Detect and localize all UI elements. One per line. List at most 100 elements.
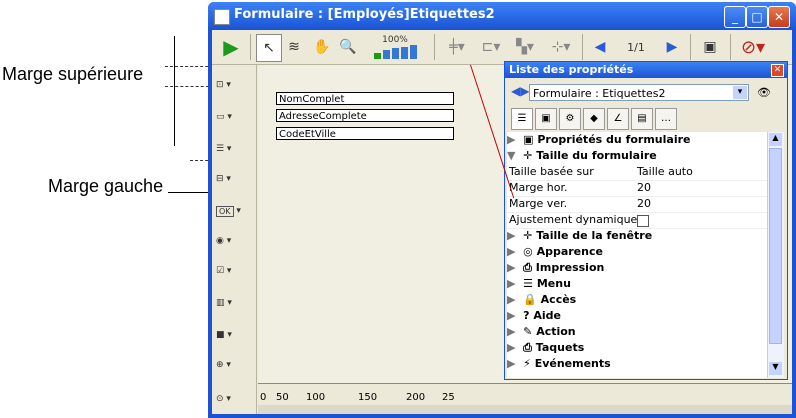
align-icon[interactable]: ╪▾ <box>442 34 472 60</box>
ruler-tick-label: 200 <box>406 392 426 403</box>
window-titlebar[interactable]: Formulaire : [Employés]Etiquettes2 _ □ ✕ <box>208 2 796 30</box>
page-indicator: 1/1 <box>627 40 645 54</box>
more-icon[interactable]: … <box>655 108 677 130</box>
property-row[interactable]: Taille basée sur Taille auto <box>507 164 767 181</box>
window-title: Formulaire : [Employés]Etiquettes2 <box>234 7 495 22</box>
distribute-icon[interactable]: ⊏▾ <box>476 34 506 60</box>
ruler-tick-label: 150 <box>358 392 378 403</box>
run-icon[interactable]: ▶ <box>218 34 244 60</box>
properties-title: Liste des propriétés <box>509 63 634 76</box>
properties-panel: Liste des propriétés ✕ ◀▶ Formulaire : E… <box>504 61 788 380</box>
reorder-icon[interactable]: ≋ <box>282 34 306 60</box>
nav-arrows-icon[interactable]: ◀▶ <box>511 84 529 98</box>
scrollbar-thumb[interactable] <box>769 148 782 344</box>
zoom-bars <box>373 44 417 59</box>
property-label: Ajustement dynamique <box>509 213 638 226</box>
arrow-cursor-icon[interactable]: ↖ <box>256 34 282 62</box>
minimize-icon[interactable]: _ <box>724 6 746 28</box>
combo-tool[interactable]: ⊟ ▾ <box>216 169 252 189</box>
section-apparence[interactable]: ▶ ◎ Apparence <box>507 244 767 260</box>
list-view-icon[interactable]: ☰ <box>511 108 533 130</box>
section-label: Taille du formulaire <box>536 149 657 162</box>
section-label: Aide <box>533 309 561 322</box>
plugin-tool[interactable]: ⊙ ▾ <box>216 389 252 409</box>
section-acces[interactable]: ▶ 🔒 Accès <box>507 292 767 308</box>
field-tool[interactable]: ⊡ ▾ <box>216 75 252 95</box>
scroll-up-icon[interactable]: ▲ <box>769 133 782 146</box>
group-icon[interactable]: ⊹▾ <box>544 34 578 60</box>
view-icon[interactable]: ▣ <box>696 34 724 60</box>
object-icon[interactable]: ▣ <box>535 108 557 130</box>
prev-page-icon[interactable]: ◀ <box>590 34 610 60</box>
close-icon[interactable]: ✕ <box>771 64 784 77</box>
object-selector[interactable]: Formulaire : Etiquettes2 ▾ <box>529 84 749 101</box>
property-row[interactable]: Marge hor. 20 <box>507 180 767 197</box>
shapes-icon[interactable]: ◆ <box>583 108 605 130</box>
section-label: Accès <box>540 293 577 306</box>
toolbar-separator <box>434 34 435 60</box>
section-label: Taille de la fenêtre <box>536 229 653 242</box>
property-label: Taille basée sur <box>509 165 594 178</box>
checkbox-tool[interactable]: ☑ ▾ <box>216 261 252 281</box>
property-value[interactable]: Taille auto <box>637 164 693 180</box>
scroll-down-icon[interactable]: ▼ <box>769 362 782 375</box>
settings-icon[interactable]: ⚙ <box>559 108 581 130</box>
section-label: Taquets <box>535 341 585 354</box>
section-label: Menu <box>536 277 571 290</box>
list-tool[interactable]: ☰ ▾ <box>216 139 252 159</box>
section-label: Impression <box>535 261 605 274</box>
chevron-down-icon[interactable]: ▾ <box>733 86 747 99</box>
field-nomcomplet[interactable]: NomComplet <box>276 92 454 105</box>
radio-tool[interactable]: ◉ ▾ <box>216 231 252 251</box>
property-value[interactable]: 20 <box>637 196 651 212</box>
eye-icon[interactable]: 👁 <box>757 86 771 99</box>
section-label: Propriétés du formulaire <box>537 133 691 146</box>
property-row[interactable]: Ajustement dynamique <box>507 212 767 229</box>
section-aide[interactable]: ▶ ? Aide <box>507 308 767 324</box>
field-codeetville[interactable]: CodeEtVille <box>276 127 454 140</box>
left-margin-annotation: Marge gauche <box>48 176 164 196</box>
rectangle-tool[interactable]: ■ ▾ <box>216 325 252 345</box>
horizontal-scrollbar[interactable] <box>258 405 792 414</box>
splitter-tool[interactable]: ⊕ ▾ <box>216 355 252 375</box>
window-icon[interactable]: ▤ <box>631 108 653 130</box>
property-value[interactable]: 20 <box>637 180 651 196</box>
section-action[interactable]: ▶ ✎ Action <box>507 324 767 340</box>
section-taille-formulaire[interactable]: ▼ ✛ Taille du formulaire <box>507 148 767 164</box>
property-list: ▶ ▣ Propriétés du formulaire ▼ ✛ Taille … <box>507 132 767 378</box>
ok-button-tool[interactable]: OK ▾ <box>216 201 252 221</box>
zoom-level-icon[interactable]: 100% <box>364 34 426 60</box>
ruler-tick-label: 100 <box>306 392 326 403</box>
zoom-icon[interactable]: 🔍 <box>336 34 360 60</box>
section-proprietes-formulaire[interactable]: ▶ ▣ Propriétés du formulaire <box>507 132 767 148</box>
section-taquets[interactable]: ▶ ⎙ Taquets <box>507 340 767 356</box>
section-menu[interactable]: ▶ ☰ Menu <box>507 276 767 292</box>
close-icon[interactable]: ✕ <box>768 6 790 28</box>
chart-icon[interactable]: ∠ <box>607 108 629 130</box>
app-icon <box>214 9 230 25</box>
section-evenements[interactable]: ▶ ⚡ Evénements <box>507 356 767 372</box>
properties-tabs: ☰ ▣ ⚙ ◆ ∠ ▤ … <box>509 108 783 130</box>
text-tool[interactable]: ▭ ▾ <box>216 107 252 127</box>
properties-titlebar[interactable]: Liste des propriétés ✕ <box>505 62 787 78</box>
section-impression[interactable]: ▶ ⎙ Impression <box>507 260 767 276</box>
thermometer-tool[interactable]: ▥ ▾ <box>216 293 252 313</box>
hand-icon[interactable]: ✋ <box>310 34 334 60</box>
section-label: Evénements <box>534 357 611 370</box>
top-margin-arrow <box>174 36 175 146</box>
property-label: Marge ver. <box>509 197 568 210</box>
property-row[interactable]: Marge ver. 20 <box>507 196 767 213</box>
maximize-icon[interactable]: □ <box>746 6 768 28</box>
arrange-icon[interactable]: ▚▾ <box>510 34 540 60</box>
forbidden-icon[interactable]: ⊘▾ <box>736 34 770 60</box>
section-taille-fenetre[interactable]: ▶ ✛ Taille de la fenêtre <box>507 228 767 244</box>
toolbar-separator <box>730 34 731 60</box>
section-label: Apparence <box>536 245 603 258</box>
vertical-scrollbar[interactable]: ▲ ▼ <box>767 132 784 378</box>
property-label: Marge hor. <box>509 181 568 194</box>
next-page-icon[interactable]: ▶ <box>662 34 682 60</box>
ruler-tick-label: 25 <box>442 392 455 403</box>
checkbox[interactable] <box>637 215 649 227</box>
editor-toolbar: ▶ ↖ ≋ ✋ 🔍 100% ╪▾ ⊏▾ ▚▾ ⊹▾ ◀ 1/1 ▶ ▣ ⊘▾ <box>212 30 792 65</box>
field-adressecomplete[interactable]: AdresseComplete <box>276 109 454 122</box>
